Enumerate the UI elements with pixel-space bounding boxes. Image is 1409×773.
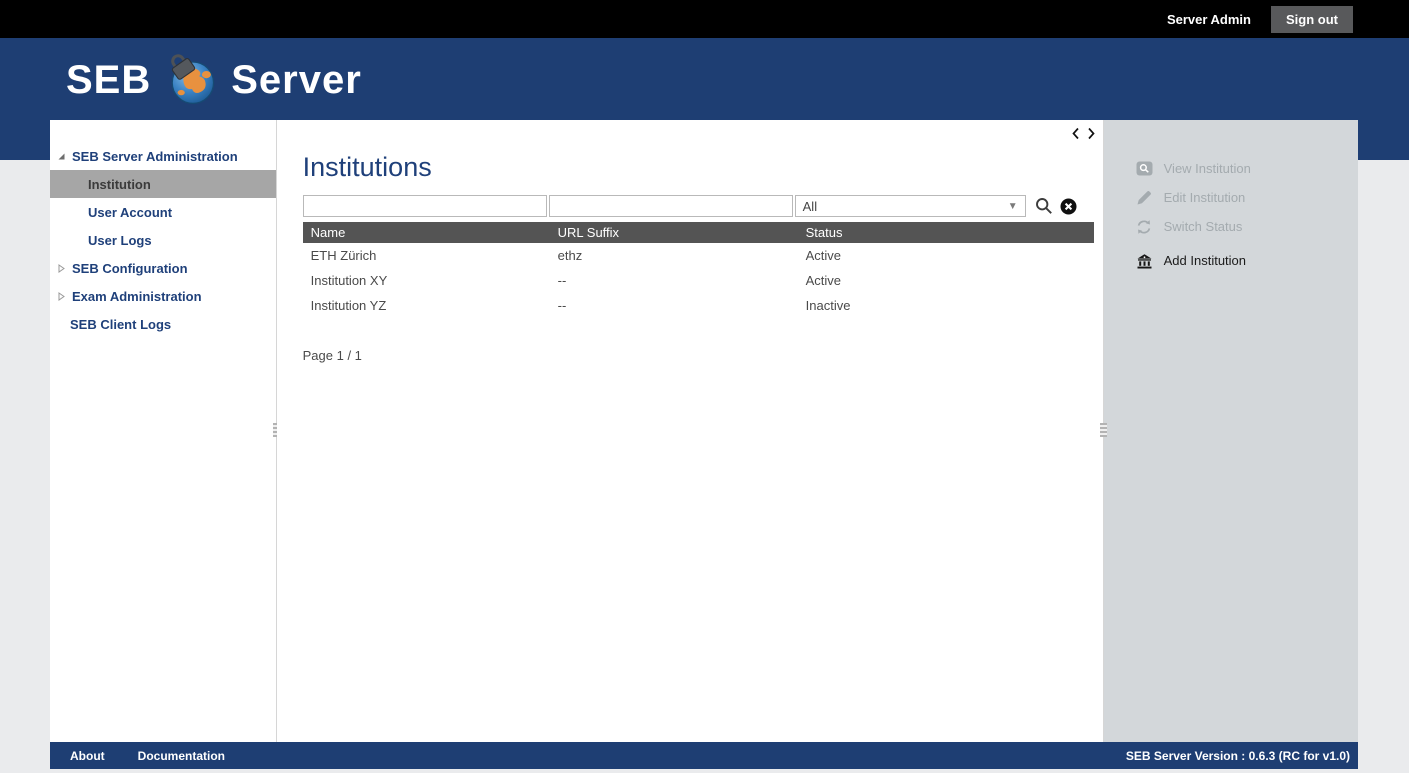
clear-filter-button[interactable]	[1060, 198, 1077, 215]
main-content: Institutions All ▼ Name URL Suffix	[277, 120, 1103, 742]
app-logo: SEB Server	[66, 53, 362, 107]
filter-row: All ▼	[303, 195, 1103, 217]
sidebar-item-exam-administration[interactable]: Exam Administration	[50, 282, 276, 310]
action-label: View Institution	[1164, 161, 1251, 176]
cell-status: Active	[798, 248, 1094, 263]
collapse-left-icon[interactable]	[1071, 127, 1080, 140]
table-row[interactable]: Institution YZ -- Inactive	[303, 293, 1094, 318]
sidebar-item-label: Institution	[88, 177, 151, 192]
filter-status-select[interactable]: All ▼	[795, 195, 1026, 217]
sidebar-nav: SEB Server Administration Institution Us…	[50, 120, 276, 742]
search-icon	[1035, 197, 1053, 215]
footer: About Documentation SEB Server Version :…	[50, 742, 1358, 769]
footer-link-documentation[interactable]: Documentation	[138, 749, 225, 763]
table-row[interactable]: ETH Zürich ethz Active	[303, 243, 1094, 268]
cell-status: Active	[798, 273, 1094, 288]
column-header-url-suffix[interactable]: URL Suffix	[550, 225, 798, 240]
add-institution-icon	[1136, 253, 1153, 269]
sidebar-item-seb-server-administration[interactable]: SEB Server Administration	[50, 142, 276, 170]
action-view-institution: View Institution	[1104, 154, 1358, 183]
institutions-table: Name URL Suffix Status ETH Zürich ethz A…	[303, 222, 1094, 318]
search-button[interactable]	[1035, 197, 1053, 215]
collapse-right-icon[interactable]	[1087, 127, 1096, 140]
filter-status-value: All	[803, 199, 817, 214]
clear-filter-icon	[1060, 198, 1077, 215]
action-add-institution[interactable]: Add Institution	[1104, 246, 1358, 275]
tree-expanded-icon[interactable]	[57, 152, 66, 161]
pagination-label: Page 1 / 1	[303, 348, 1103, 363]
action-switch-status: Switch Status	[1104, 212, 1358, 241]
tree-collapsed-icon[interactable]	[57, 264, 66, 273]
action-label: Edit Institution	[1164, 190, 1246, 205]
cell-status: Inactive	[798, 298, 1094, 313]
sidebar-item-label: User Account	[88, 205, 172, 220]
switch-status-icon	[1136, 219, 1153, 235]
sidebar-item-label: SEB Configuration	[72, 261, 188, 276]
seb-globe-lock-icon	[165, 53, 219, 107]
panel-collapse-controls	[1071, 127, 1096, 140]
logo-text-server: Server	[231, 54, 362, 106]
tree-collapsed-icon[interactable]	[57, 292, 66, 301]
view-institution-icon	[1136, 161, 1153, 176]
sidebar-item-label: SEB Server Administration	[72, 149, 238, 164]
action-label: Add Institution	[1164, 253, 1246, 268]
action-pane: View Institution Edit Institution Switch…	[1104, 120, 1358, 742]
sidebar-item-institution[interactable]: Institution	[50, 170, 276, 198]
topbar: Server Admin Sign out	[0, 0, 1409, 38]
sidebar-item-user-account[interactable]: User Account	[50, 198, 276, 226]
sidebar-item-label: Exam Administration	[72, 289, 202, 304]
cell-name: Institution YZ	[303, 298, 550, 313]
chevron-down-icon: ▼	[1008, 201, 1018, 212]
sidebar-item-label: SEB Client Logs	[70, 317, 171, 332]
action-edit-institution: Edit Institution	[1104, 183, 1358, 212]
column-header-name[interactable]: Name	[303, 225, 550, 240]
cell-name: Institution XY	[303, 273, 550, 288]
column-header-status[interactable]: Status	[798, 225, 1094, 240]
right-splitter	[1103, 120, 1104, 742]
action-label: Switch Status	[1164, 219, 1243, 234]
cell-url-suffix: --	[550, 298, 798, 313]
sidebar-item-seb-client-logs[interactable]: SEB Client Logs	[50, 310, 276, 338]
cell-name: ETH Zürich	[303, 248, 550, 263]
filter-url-suffix-input[interactable]	[549, 195, 793, 217]
sidebar-item-label: User Logs	[88, 233, 152, 248]
cell-url-suffix: ethz	[550, 248, 798, 263]
content-panel: SEB Server Administration Institution Us…	[50, 120, 1358, 742]
sidebar-item-seb-configuration[interactable]: SEB Configuration	[50, 254, 276, 282]
footer-link-about[interactable]: About	[70, 749, 105, 763]
cell-url-suffix: --	[550, 273, 798, 288]
sign-out-button[interactable]: Sign out	[1271, 6, 1353, 33]
table-row[interactable]: Institution XY -- Active	[303, 268, 1094, 293]
logo-text-seb: SEB	[66, 54, 151, 106]
edit-institution-icon	[1136, 190, 1153, 206]
sidebar-item-user-logs[interactable]: User Logs	[50, 226, 276, 254]
splitter-handle[interactable]	[1100, 423, 1107, 437]
filter-name-input[interactable]	[303, 195, 547, 217]
table-header-row: Name URL Suffix Status	[303, 222, 1094, 243]
version-label: SEB Server Version : 0.6.3 (RC for v1.0)	[1126, 749, 1350, 763]
page-title: Institutions	[303, 152, 1103, 182]
logged-in-user-label: Server Admin	[1167, 12, 1251, 27]
